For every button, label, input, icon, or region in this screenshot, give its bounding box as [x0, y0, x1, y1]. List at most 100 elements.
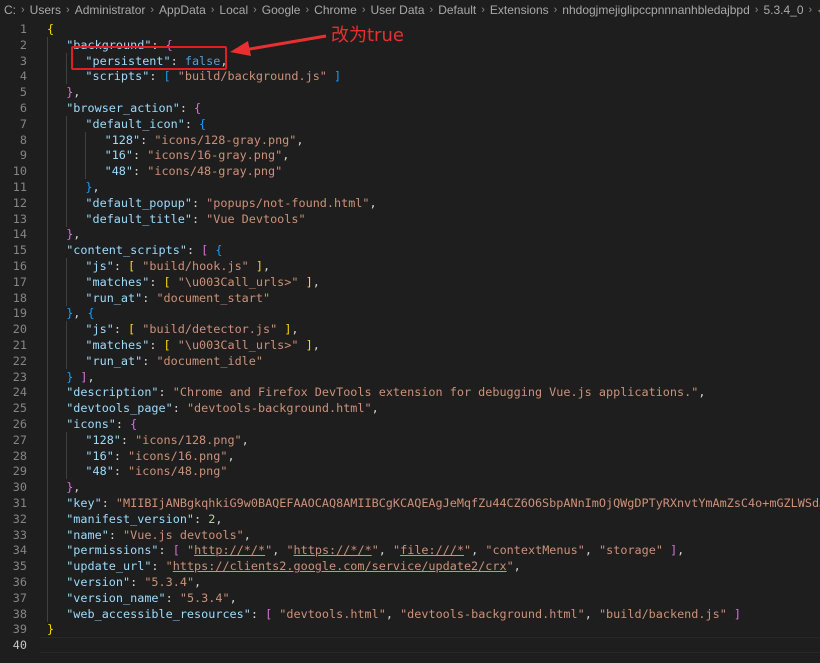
- code-token: :: [186, 243, 202, 258]
- code-line[interactable]: 10 "48": "icons/48-gray.png": [0, 163, 820, 180]
- indent-guide: [47, 273, 48, 290]
- line-number: 38: [12, 606, 27, 621]
- code-line[interactable]: 36 "version": "5.3.4",: [0, 574, 820, 590]
- breadcrumb-segment[interactable]: Google: [262, 3, 301, 17]
- code-token: ,: [471, 543, 486, 558]
- code-line[interactable]: 8 "128": "icons/128-gray.png",: [0, 131, 820, 148]
- code-line[interactable]: 27 "128": "icons/128.png",: [0, 431, 820, 448]
- code-token: "16": [104, 148, 134, 163]
- breadcrumb-segment[interactable]: User Data: [371, 3, 425, 17]
- line-number: 12: [12, 195, 27, 210]
- breadcrumb-segment[interactable]: Users: [30, 3, 61, 17]
- indent-guide: [47, 384, 48, 401]
- code-editor[interactable]: 1{2 "background": {3 "persistent": false, 4…: [0, 21, 820, 663]
- code-token: ,: [263, 259, 271, 273]
- indent-guide: [47, 463, 48, 480]
- code-token: ,: [87, 369, 95, 384]
- indent-guide: [47, 574, 48, 590]
- code-token: ,: [296, 132, 304, 147]
- code-line[interactable]: 16 "js": [ "build/hook.js" ],: [0, 258, 820, 274]
- code-line[interactable]: 5},: [0, 84, 820, 101]
- code-line[interactable]: 13 "default_title": "Vue Devtools": [0, 210, 820, 227]
- breadcrumb-segment[interactable]: Default: [438, 3, 476, 17]
- breadcrumb-segment[interactable]: Chrome: [314, 3, 357, 17]
- code-token: "devtools_page": [66, 401, 173, 416]
- code-text: "icons": {: [66, 416, 137, 432]
- code-line[interactable]: 24 "description": "Chrome and Firefox Dev…: [0, 384, 820, 401]
- code-line[interactable]: 12 "default_popup": "popups/not-found.htm…: [0, 194, 820, 211]
- code-line[interactable]: 14},: [0, 226, 820, 243]
- code-line[interactable]: 33 "name": "Vue.js devtools",: [0, 526, 820, 543]
- code-line[interactable]: 28 "16": "icons/16.png",: [0, 447, 820, 464]
- breadcrumb-segment[interactable]: AppData: [159, 3, 206, 17]
- code-line[interactable]: 23} ],: [0, 368, 820, 385]
- indent-guide: [66, 115, 68, 132]
- code-token: [: [163, 69, 171, 84]
- line-number: 16: [12, 259, 27, 273]
- indent-guide: [47, 226, 48, 243]
- code-token: "default_title": [85, 211, 192, 226]
- line-number: 15: [12, 243, 27, 258]
- breadcrumb-segment[interactable]: Administrator: [75, 3, 146, 17]
- code-token: :: [149, 338, 164, 352]
- code-line[interactable]: 40: [0, 637, 820, 654]
- indent-guide: [66, 431, 68, 448]
- annotation-note: 改为true: [331, 25, 404, 46]
- code-text: "128": "icons/128.png",: [85, 432, 248, 448]
- indent-guide: [47, 368, 48, 385]
- chevron-right-icon: ›: [305, 4, 310, 16]
- code-line[interactable]: 26 "icons": {: [0, 416, 820, 432]
- code-line[interactable]: 37 "version_name": "5.3.4",: [0, 589, 820, 606]
- code-line[interactable]: 17 "matches": [ "\u003Call_urls>" ],: [0, 273, 820, 290]
- code-line[interactable]: 21 "matches": [ "\u003Call_urls>" ],: [0, 337, 820, 353]
- line-number: 39: [12, 622, 27, 637]
- code-line[interactable]: 29 "48": "icons/48.png": [0, 463, 820, 480]
- indent-guide: [47, 431, 48, 448]
- line-number: 24: [12, 385, 27, 400]
- code-line[interactable]: 30},: [0, 479, 820, 496]
- indent-guide: [47, 400, 48, 417]
- indent-guide: [47, 147, 48, 164]
- code-token: ,: [385, 606, 401, 621]
- code-line[interactable]: 15 "content_scripts": [ {: [0, 242, 820, 259]
- code-line[interactable]: 25 "devtools_page": "devtools-background.…: [0, 400, 820, 417]
- chevron-right-icon: ›: [66, 4, 70, 16]
- code-text: "permissions": [ "http://*/*", "https://…: [66, 542, 684, 558]
- code-line[interactable]: 6 "browser_action": {: [0, 100, 820, 116]
- code-token: "build/detector.js": [142, 322, 278, 337]
- breadcrumb-segment[interactable]: Local: [219, 3, 248, 17]
- code-token: "build/hook.js": [142, 259, 249, 273]
- breadcrumb-segment[interactable]: Extensions: [490, 3, 549, 17]
- code-line[interactable]: 18 "run_at": "document_start": [0, 289, 820, 306]
- code-line[interactable]: 22 "run_at": "document_idle": [0, 352, 820, 369]
- code-line[interactable]: 4 "scripts": [ "build/background.js" ]: [0, 68, 820, 85]
- code-line[interactable]: 20 "js": [ "build/detector.js" ],: [0, 321, 820, 338]
- code-line[interactable]: 11},: [0, 179, 820, 195]
- code-line[interactable]: 35 "update_url": "https://clients2.google…: [0, 558, 820, 575]
- code-token: "Chrome and Firefox DevTools extension f…: [172, 385, 699, 400]
- code-line[interactable]: 1{: [0, 21, 820, 37]
- code-token: "popups/not-found.html": [206, 195, 370, 210]
- code-line[interactable]: 19}, {: [0, 305, 820, 322]
- code-line[interactable]: 31 "key": "MIIBIjANBgkqhkiG9w0BAQEFAAOCAQ…: [0, 495, 820, 511]
- breadcrumb-segment[interactable]: 5.3.4_0: [763, 3, 803, 17]
- code-line[interactable]: 39}: [0, 621, 820, 637]
- code-token: :: [179, 101, 195, 115]
- code-text: "version_name": "5.3.4",: [66, 590, 236, 606]
- indent-guide: [85, 147, 87, 164]
- breadcrumb-segment[interactable]: nhdogjmejiglipccpnnnanhbledajbpd: [562, 3, 749, 17]
- code-token: "128": [104, 132, 141, 147]
- code-line[interactable]: 7 "default_icon": {: [0, 115, 820, 132]
- current-line-highlight: [40, 637, 820, 654]
- breadcrumb-segment[interactable]: C:: [4, 3, 16, 17]
- code-line[interactable]: 9 "16": "icons/16-gray.png",: [0, 147, 820, 164]
- code-line[interactable]: 34 "permissions": [ "http://*/*", "https:…: [0, 542, 820, 559]
- code-line[interactable]: 32 "manifest_version": 2,: [0, 510, 820, 527]
- code-token: "48": [104, 164, 134, 179]
- code-line[interactable]: 38 "web_accessible_resources": [ "devtool…: [0, 605, 820, 622]
- code-token: [: [163, 338, 171, 352]
